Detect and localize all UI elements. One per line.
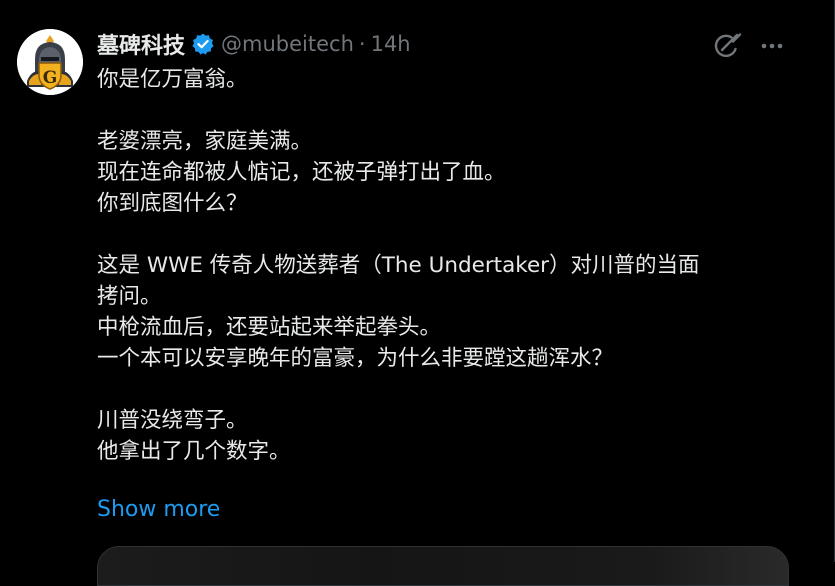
tweet-line: 中枪流血后，还要站起来举起拳头。	[97, 315, 442, 340]
media-preview[interactable]	[97, 546, 789, 586]
tweet[interactable]: G 墓碑科技 @mubeitech · 14h 你是亿万富翁。 老婆漂亮，家庭美…	[0, 0, 835, 586]
tweet-line: 他拿出了几个数字。	[97, 439, 291, 464]
tweet-line	[97, 219, 797, 250]
tweet-line: 现在连命都被人惦记，还被子弹打出了血。	[97, 160, 506, 185]
verified-badge-icon[interactable]	[191, 32, 215, 56]
display-name[interactable]: 墓碑科技	[97, 28, 185, 60]
tweet-line: 你是亿万富翁。	[97, 67, 248, 92]
grok-icon[interactable]	[711, 30, 743, 62]
tweet-text: 你是亿万富翁。 老婆漂亮，家庭美满。 现在连命都被人惦记，还被子弹打出了血。 你…	[97, 64, 797, 467]
tweet-line: 你到底图什么？	[97, 191, 248, 216]
tweet-line: 一个本可以安享晚年的富豪，为什么非要蹚这趟浑水？	[97, 346, 614, 371]
separator-dot: ·	[358, 32, 366, 56]
tweet-line: 老婆漂亮，家庭美满。	[97, 129, 313, 154]
timestamp[interactable]: 14h	[371, 32, 411, 56]
knight-helmet-logo-icon: G	[17, 29, 83, 95]
tweet-line	[97, 95, 797, 126]
tweet-line: 川普没绕弯子。	[97, 408, 248, 433]
tweet-header: 墓碑科技 @mubeitech · 14h	[97, 28, 411, 60]
svg-text:G: G	[43, 68, 58, 88]
tweet-line: 拷问。	[97, 284, 162, 309]
tweet-line: 这是 WWE 传奇人物送葬者（The Undertaker）对川普的当面	[97, 253, 700, 278]
more-options-icon[interactable]	[756, 30, 788, 62]
avatar[interactable]: G	[17, 29, 83, 95]
show-more-link[interactable]: Show more	[97, 494, 220, 525]
user-handle[interactable]: @mubeitech	[221, 32, 354, 56]
tweet-line	[97, 374, 797, 405]
